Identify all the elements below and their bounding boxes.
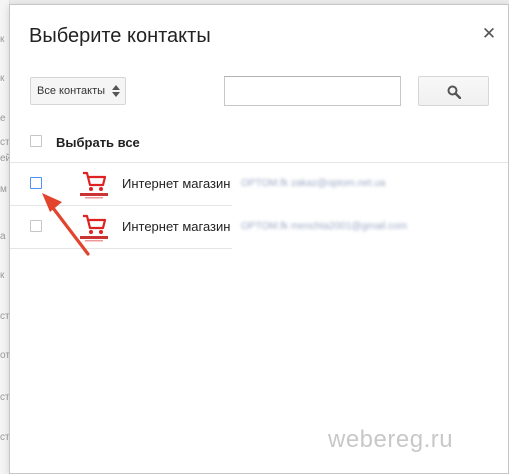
background-fragment: к (0, 73, 5, 84)
contact-checkbox[interactable] (30, 177, 42, 189)
contact-group-dropdown[interactable]: Все контакты (30, 77, 126, 105)
search-button[interactable] (418, 76, 489, 106)
select-contacts-dialog: Выберите контакты ✕ Все контакты Выбрать… (9, 4, 509, 474)
sort-arrows-icon (112, 85, 120, 97)
select-all-label: Выбрать все (56, 135, 140, 150)
dialog-title: Выберите контакты (29, 25, 211, 47)
search-input[interactable] (224, 76, 401, 106)
contact-group-label: Все контакты (37, 85, 106, 97)
background-fragment: е (0, 113, 6, 124)
background-fragment: а (0, 231, 6, 242)
search-icon (447, 85, 461, 99)
watermark: webereg.ru (328, 426, 454, 453)
background-fragment: к (0, 34, 5, 45)
contact-email: OPTOM.fk menchta2001@gmail.com (241, 221, 408, 232)
contact-email: OPTOM.fk zakaz@optom.net.ua (241, 178, 386, 189)
select-all-checkbox[interactable] (30, 135, 42, 147)
close-icon[interactable]: ✕ (481, 25, 497, 42)
annotation-arrow-icon (42, 193, 90, 256)
background-fragment: м (0, 184, 7, 195)
background-fragment: к (0, 270, 5, 281)
contact-name: Интернет магазин (122, 219, 231, 234)
contact-name: Интернет магазин (122, 176, 231, 191)
